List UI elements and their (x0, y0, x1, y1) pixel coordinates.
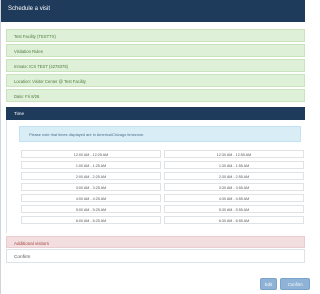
time-section-header[interactable]: Time (6, 107, 305, 120)
dialog-title-bar: Schedule a visit (1, 0, 305, 22)
time-slot-left-1[interactable]: 1:00 AM - 1:25 AM (21, 161, 161, 169)
edit-button[interactable]: Edit (260, 278, 277, 290)
time-slot-right-1[interactable]: 1:30 AM - 1:55 AM (164, 161, 304, 169)
date-label: Date: Fri 8/26 (14, 94, 40, 99)
date-row[interactable]: Date: Fri 8/26 (6, 89, 305, 102)
confirm-button[interactable]: Confirm (280, 278, 310, 290)
time-slot-left-3[interactable]: 3:00 AM - 3:25 AM (21, 183, 161, 191)
inmate-row[interactable]: Inmate: ICS TEST (4278375) (6, 59, 305, 72)
additional-visitors-section[interactable]: Additional visitors (6, 236, 305, 248)
visitation-rules-label: Visitation Rules (14, 49, 43, 54)
inmate-label: Inmate: ICS TEST (4278375) (14, 64, 69, 69)
time-slot-left-4[interactable]: 4:00 AM - 4:25 AM (21, 194, 161, 202)
time-slot-right-4[interactable]: 4:30 AM - 4:55 AM (164, 194, 304, 202)
dialog-title: Schedule a visit (8, 6, 51, 12)
time-slot-right-5[interactable]: 5:30 AM - 5:55 AM (164, 205, 304, 213)
time-slot-left-0[interactable]: 12:00 AM - 12:25 AM (21, 150, 161, 158)
time-section-title: Time (14, 111, 25, 116)
dialog-footer: Edit Confirm (6, 270, 310, 294)
timezone-note-text: Please note that times displayed are in … (29, 132, 145, 137)
time-slot-left-2[interactable]: 2:00 AM - 2:25 AM (21, 172, 161, 180)
schedule-visit-dialog: Schedule a visit Test Facility (TESTTX) … (0, 0, 310, 294)
time-slot-right-2[interactable]: 2:30 AM - 2:55 AM (164, 172, 304, 180)
visitation-rules-row[interactable]: Visitation Rules (6, 44, 305, 57)
timezone-note: Please note that times displayed are in … (19, 126, 301, 142)
time-slot-right-3[interactable]: 3:30 AM - 3:55 AM (164, 183, 304, 191)
time-panel: Please note that times displayed are in … (6, 120, 305, 233)
time-slot-right-0[interactable]: 12:30 AM - 12:55 AM (164, 150, 304, 158)
confirm-section-label: Confirm (14, 254, 31, 259)
location-row[interactable]: Location: Visitor Center @ Test Facility (6, 74, 305, 87)
time-slot-left-5[interactable]: 5:00 AM - 5:25 AM (21, 205, 161, 213)
time-slot-left-6[interactable]: 6:00 AM - 6:25 AM (21, 216, 161, 224)
facility-label: Test Facility (TESTTX) (14, 34, 56, 39)
time-slot-right-6[interactable]: 6:30 AM - 6:55 AM (164, 216, 304, 224)
facility-row[interactable]: Test Facility (TESTTX) (6, 29, 305, 42)
additional-visitors-label: Additional visitors (14, 240, 50, 246)
location-label: Location: Visitor Center @ Test Facility (14, 79, 86, 84)
confirm-section[interactable]: Confirm (6, 249, 305, 263)
